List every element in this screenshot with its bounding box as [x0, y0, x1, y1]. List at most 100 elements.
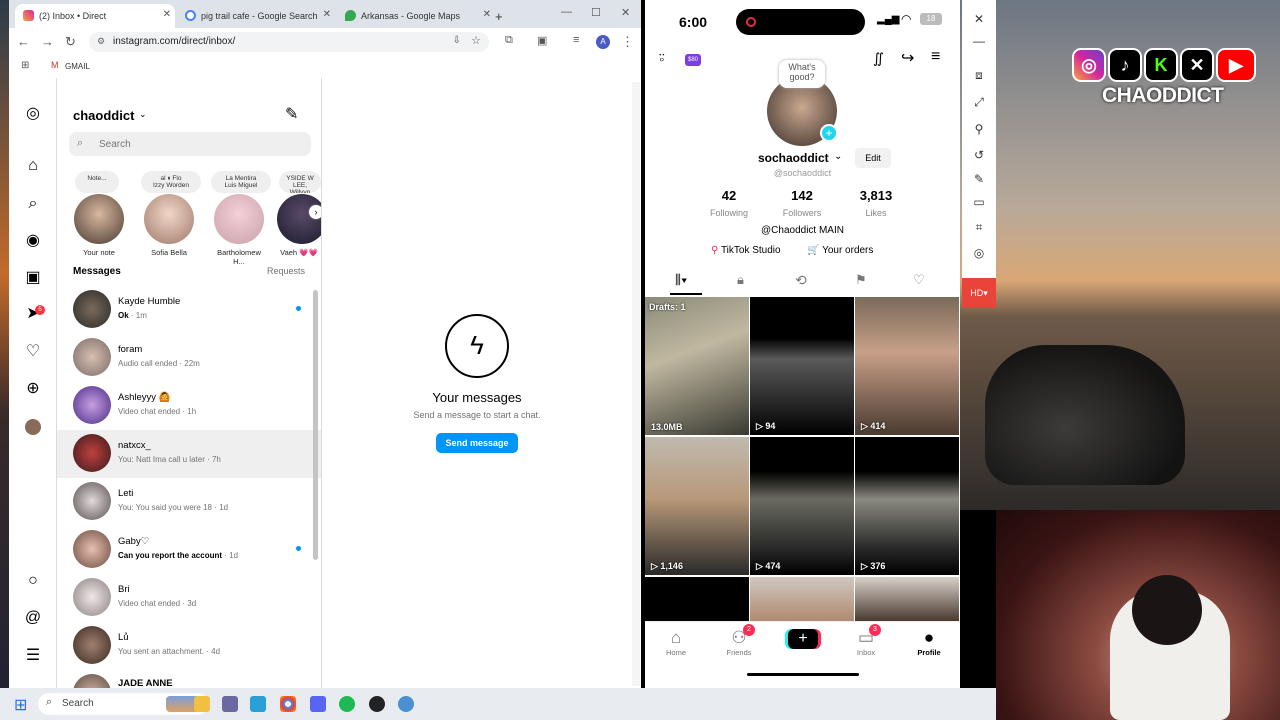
chevron-down-icon[interactable]: ⌄: [139, 109, 147, 120]
tab-google-maps[interactable]: Arkansas - Google Maps ✕: [337, 4, 495, 28]
thread-row[interactable]: Gaby♡ Can you report the account · 1d: [57, 526, 313, 574]
bookmark-gmail[interactable]: GMAIL: [65, 62, 90, 71]
discord-icon[interactable]: [310, 696, 326, 712]
thread-row[interactable]: foram Audio call ended · 22m: [57, 334, 313, 382]
tiktok-studio-link[interactable]: ⚲ TikTok Studio: [711, 245, 781, 256]
video-thumbnail[interactable]: ▷ 474: [750, 437, 854, 575]
search-input[interactable]: ⌕ Search: [69, 132, 311, 156]
coin-badge[interactable]: $80: [685, 54, 702, 66]
video-thumbnail[interactable]: ▷ 1,146: [645, 437, 749, 575]
stat-followers[interactable]: 142 Followers: [767, 188, 837, 221]
close-tab-icon[interactable]: ✕: [163, 9, 171, 20]
story-item[interactable]: Vaeh 💗💗: [277, 194, 321, 257]
extensions-icon[interactable]: ⧉: [505, 34, 513, 47]
videos-tab-icon[interactable]: ⫼▾: [675, 272, 687, 288]
nav-friends[interactable]: ⚇ Friends: [714, 628, 764, 657]
crop-icon[interactable]: ⌗: [971, 220, 987, 236]
install-icon[interactable]: ⇩: [453, 35, 461, 46]
search-icon[interactable]: ⌕: [23, 194, 43, 214]
thread-row[interactable]: Leti You: You said you were 18 · 1d: [57, 478, 313, 526]
compose-icon[interactable]: ✎: [285, 104, 298, 124]
video-thumbnail[interactable]: ▷ 94: [750, 297, 854, 435]
stat-following[interactable]: 42 Following: [694, 188, 764, 221]
chevron-down-icon[interactable]: ⌄: [834, 151, 842, 162]
menu-icon[interactable]: ≡: [931, 48, 940, 66]
spotify-icon[interactable]: [339, 696, 355, 712]
explore-icon[interactable]: ◉: [23, 231, 43, 251]
note-bubble[interactable]: La Mentira Luis Miguel: [211, 171, 271, 193]
add-friend-icon[interactable]: ⍤: [657, 50, 667, 68]
screenshot-icon[interactable]: ⧈: [971, 68, 987, 84]
note-bubble[interactable]: What's good?: [779, 60, 825, 88]
reels-icon[interactable]: ▣: [23, 268, 43, 288]
bookmark-star-icon[interactable]: ☆: [471, 34, 481, 47]
nav-inbox[interactable]: ▭ Inbox: [841, 628, 891, 657]
taskbar-search[interactable]: ⌕ Search: [38, 693, 208, 715]
thread-row[interactable]: Ashleyyy 🙆 Video chat ended · 1h: [57, 382, 313, 430]
your-orders-link[interactable]: 🛒 Your orders: [807, 245, 873, 256]
meta-icon[interactable]: ○: [23, 571, 43, 591]
media-icon[interactable]: ≡: [573, 34, 579, 46]
video-thumbnail[interactable]: [750, 577, 854, 621]
rotate-icon[interactable]: ↺: [971, 148, 987, 164]
sidebar-icon[interactable]: ▣: [537, 34, 547, 47]
thread-row-selected[interactable]: natxcx_ You: Natt Ima call u later · 7h: [57, 430, 321, 478]
thread-row[interactable]: Kayde Humble Ok · 1m: [57, 286, 313, 334]
note-bubble[interactable]: YSIDE W LEE, Willyyn: [279, 171, 321, 193]
profile-avatar[interactable]: [25, 419, 41, 435]
requests-link[interactable]: Requests: [267, 266, 305, 276]
footprints-icon[interactable]: ∬: [873, 50, 884, 67]
thread-row[interactable]: JADE ANNE: [57, 670, 313, 688]
tab-instagram[interactable]: (2) Inbox • Direct ✕: [15, 4, 175, 28]
menu-icon[interactable]: ⋮: [621, 34, 634, 50]
hd-toggle[interactable]: HD▾: [962, 278, 996, 308]
home-icon[interactable]: ⌂: [23, 156, 43, 176]
profile-username[interactable]: sochaoddict: [758, 151, 829, 165]
story-item[interactable]: Bartholomew H...: [211, 194, 267, 266]
minimize-icon[interactable]: —: [561, 6, 572, 18]
app-icon[interactable]: [398, 696, 414, 712]
notifications-heart-icon[interactable]: ♡: [23, 342, 43, 362]
nav-profile[interactable]: ● Profile: [904, 628, 954, 657]
video-thumbnail[interactable]: [855, 577, 959, 621]
forward-icon[interactable]: →: [41, 34, 54, 49]
fullscreen-icon[interactable]: ⤢: [971, 95, 987, 111]
add-story-icon[interactable]: +: [820, 124, 838, 142]
address-bar[interactable]: ⚙ instagram.com/direct/inbox/ ⇩ ☆: [89, 32, 489, 52]
liked-icon[interactable]: ♡: [913, 272, 925, 288]
note-bubble[interactable]: Note...: [75, 171, 119, 193]
video-thumbnail[interactable]: [645, 577, 749, 621]
pin-icon[interactable]: ⚲: [971, 122, 987, 138]
instagram-logo-icon[interactable]: ◎: [23, 104, 43, 124]
close-tab-icon[interactable]: ✕: [323, 9, 331, 20]
repost-icon[interactable]: ⟲: [795, 272, 807, 289]
close-window-icon[interactable]: ✕: [621, 6, 630, 19]
minimize-icon[interactable]: —: [971, 34, 987, 50]
more-menu-icon[interactable]: ☰: [23, 646, 43, 666]
maximize-icon[interactable]: ☐: [591, 6, 601, 19]
obs-icon[interactable]: [369, 696, 385, 712]
story-item[interactable]: Your note: [71, 194, 127, 257]
edit-button[interactable]: Edit: [855, 148, 891, 168]
chrome-icon[interactable]: [280, 696, 296, 712]
favorites-icon[interactable]: ⚑: [855, 272, 867, 288]
target-icon[interactable]: ◎: [971, 246, 987, 262]
story-item[interactable]: Sofia Bella: [141, 194, 197, 257]
site-info-icon[interactable]: ⚙: [97, 36, 105, 47]
back-icon[interactable]: ←: [17, 34, 30, 49]
window-icon[interactable]: ▭: [971, 195, 987, 211]
share-icon[interactable]: ↪: [901, 48, 914, 68]
thread-row[interactable]: Bri Video chat ended · 3d: [57, 574, 313, 622]
start-icon[interactable]: ⊞: [14, 695, 27, 715]
video-thumbnail[interactable]: ▷ 376: [855, 437, 959, 575]
apps-grid-icon[interactable]: ⊞: [21, 60, 29, 71]
lock-icon[interactable]: 🔒︎: [737, 272, 744, 288]
create-button[interactable]: +: [788, 629, 818, 649]
new-tab-button[interactable]: +: [495, 4, 515, 28]
page-scrollbar[interactable]: [632, 82, 640, 686]
send-message-button[interactable]: Send message: [436, 433, 518, 453]
threads-icon[interactable]: @: [23, 608, 43, 628]
inbox-username[interactable]: chaoddict: [73, 108, 134, 123]
pen-icon[interactable]: ✎: [971, 172, 987, 188]
nav-home[interactable]: ⌂ Home: [651, 628, 701, 657]
